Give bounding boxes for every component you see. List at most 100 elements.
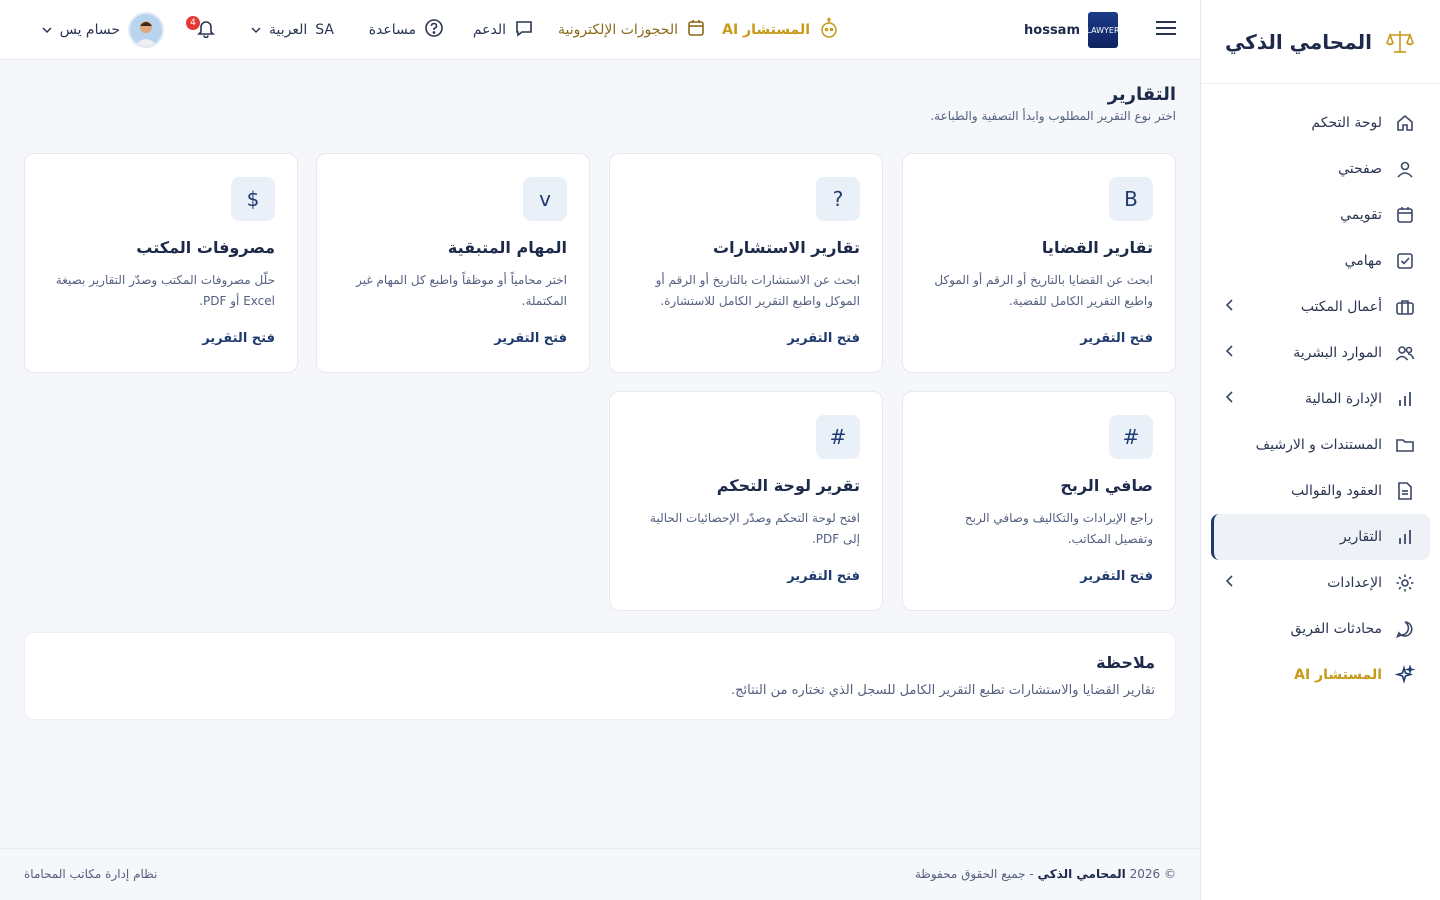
report-card-title: المهام المتبقية [447, 238, 567, 257]
sidebar-item-label: المستشار AI [1294, 667, 1382, 683]
sidebar-item-contracts[interactable]: العقود والقوالب [1211, 468, 1430, 514]
support-link[interactable]: الدعم [473, 0, 534, 60]
checkbox-icon [1394, 250, 1416, 272]
report-card-icon: v [523, 177, 567, 221]
sparkle-icon [1394, 664, 1416, 686]
report-card-icon: ? [816, 177, 860, 221]
help-label: مساعدة [368, 22, 416, 38]
gear-icon [1394, 572, 1416, 594]
scales-icon [1384, 26, 1416, 58]
report-card-remaining-tasks[interactable]: v المهام المتبقية اختر محامياً أو موظفاً… [316, 153, 590, 373]
note-title: ملاحظة [1096, 653, 1155, 672]
report-card-office-expenses[interactable]: $ مصروفات المكتب حلّل مصروفات المكتب وصد… [24, 153, 298, 373]
e-bookings-label: الحجوزات الإلكترونية [558, 22, 678, 38]
report-card-description: راجع الإيرادات والتكاليف وصافي الربح وتف… [964, 511, 1153, 546]
footer-rights: - جميع الحقوق محفوظة [914, 867, 1034, 881]
sidebar-item-hr[interactable]: الموارد البشرية [1211, 330, 1430, 376]
open-report-link[interactable]: فتح التقرير [494, 331, 567, 346]
sidebar-item-label: التقارير [1339, 529, 1382, 545]
user-icon [1394, 158, 1416, 180]
footer-copyright: © 2026 المحامي الذكي - جميع الحقوق محفوظ… [915, 867, 1176, 881]
sidebar-item-label: الموارد البشرية [1293, 345, 1382, 361]
notification-count-badge: 4 [186, 16, 200, 30]
sidebar-item-label: الإعدادات [1327, 575, 1382, 591]
report-card-title: تقارير القضايا [1041, 238, 1153, 257]
report-card-title: صافي الربح [1060, 476, 1153, 495]
open-report-link[interactable]: فتح التقرير [787, 331, 860, 346]
sidebar-item-team-chat[interactable]: محادثات الفريق [1211, 606, 1430, 652]
sidebar-item-office-work[interactable]: أعمال المكتب [1211, 284, 1430, 330]
open-report-link[interactable]: فتح التقرير [787, 569, 860, 584]
user-menu[interactable]: حسام يس [42, 0, 164, 60]
report-card-net-profit[interactable]: # صافي الربح راجع الإيرادات والتكاليف وص… [902, 391, 1176, 611]
report-card-icon: $ [231, 177, 275, 221]
sidebar-nav: لوحة التحكم صفحتي تقويمي مهامي أعمال الم… [1201, 84, 1440, 698]
chevron-left-icon [1225, 391, 1235, 407]
open-report-link[interactable]: فتح التقرير [1080, 331, 1153, 346]
help-link[interactable]: مساعدة [369, 0, 444, 60]
sidebar-item-label: صفحتي [1338, 161, 1382, 177]
bar-chart-icon [1394, 388, 1416, 410]
language-label: العربية [269, 22, 308, 38]
page-title: التقارير [1107, 84, 1176, 105]
menu-toggle[interactable] [1156, 0, 1176, 60]
office-account[interactable]: LAWYER hossam [1024, 0, 1120, 60]
sidebar-item-tasks[interactable]: مهامي [1211, 238, 1430, 284]
footer: © 2026 المحامي الذكي - جميع الحقوق محفوظ… [0, 848, 1200, 900]
sidebar-item-finance[interactable]: الإدارة المالية [1211, 376, 1430, 422]
report-card-title: تقرير لوحة التحكم [716, 476, 860, 495]
office-logo: LAWYER [1086, 12, 1120, 48]
report-card-icon: # [816, 415, 860, 459]
brand[interactable]: المحامي الذكي [1201, 0, 1440, 84]
sidebar-item-settings[interactable]: الإعدادات [1211, 560, 1430, 606]
sidebar-item-label: العقود والقوالب [1290, 483, 1382, 499]
calendar-icon [686, 18, 706, 42]
sidebar-item-label: لوحة التحكم [1311, 115, 1382, 131]
home-icon [1394, 112, 1416, 134]
avatar [128, 12, 164, 48]
sidebar-item-label: محادثات الفريق [1290, 621, 1382, 637]
language-code: SA [315, 22, 334, 38]
sidebar-item-ai-advisor[interactable]: المستشار AI [1211, 652, 1430, 698]
document-icon [1394, 480, 1416, 502]
sidebar-item-dashboard[interactable]: لوحة التحكم [1211, 100, 1430, 146]
folder-icon [1394, 434, 1416, 456]
help-circle-icon [424, 18, 444, 42]
sidebar-item-label: أعمال المكتب [1300, 299, 1382, 315]
report-card-title: تقارير الاستشارات [713, 238, 860, 257]
open-report-link[interactable]: فتح التقرير [202, 331, 275, 346]
report-card-icon: # [1109, 415, 1153, 459]
report-card-title: مصروفات المكتب [136, 238, 275, 257]
support-label: الدعم [472, 22, 506, 38]
ai-advisor-link[interactable]: المستشار AI [722, 0, 840, 60]
report-card-description: افتح لوحة التحكم وصدّر الإحصائيات الحالي… [650, 511, 860, 546]
main-content: التقارير اختر نوع التقرير المطلوب وابدأ … [0, 60, 1200, 848]
briefcase-icon [1394, 296, 1416, 318]
report-card-cases[interactable]: B تقارير القضايا ابحث عن القضايا بالتاري… [902, 153, 1176, 373]
sidebar-item-my-page[interactable]: صفحتي [1211, 146, 1430, 192]
chevron-down-icon [251, 22, 261, 38]
sidebar-item-documents[interactable]: المستندات و الارشيف [1211, 422, 1430, 468]
users-icon [1394, 342, 1416, 364]
chat-icon [514, 18, 534, 42]
page-subtitle: اختر نوع التقرير المطلوب وابدأ التصفية و… [930, 109, 1176, 123]
sidebar: المحامي الذكي لوحة التحكم صفحتي تقويمي م… [1200, 0, 1440, 900]
bar-chart-icon [1394, 526, 1416, 548]
report-card-consultations[interactable]: ? تقارير الاستشارات ابحث عن الاستشارات ب… [609, 153, 883, 373]
language-selector[interactable]: SA العربية [251, 0, 334, 60]
report-card-dashboard[interactable]: # تقرير لوحة التحكم افتح لوحة التحكم وصد… [609, 391, 883, 611]
copyright-year: © 2026 [1129, 867, 1176, 881]
notifications-button[interactable] [196, 0, 216, 60]
open-report-link[interactable]: فتح التقرير [1080, 569, 1153, 584]
note-panel: ملاحظة تقارير القضايا والاستشارات تطبع ا… [24, 632, 1176, 720]
topbar: LAWYER hossam المستشار AI الحجوزات الإلك… [0, 0, 1200, 60]
chevron-left-icon [1225, 345, 1235, 361]
sidebar-item-reports[interactable]: التقارير [1211, 514, 1430, 560]
sidebar-item-label: تقويمي [1340, 207, 1382, 223]
brand-name: المحامي الذكي [1224, 29, 1372, 54]
sidebar-item-calendar[interactable]: تقويمي [1211, 192, 1430, 238]
chevron-left-icon [1225, 299, 1235, 315]
sidebar-item-label: المستندات و الارشيف [1255, 437, 1382, 453]
note-text: تقارير القضايا والاستشارات تطبع التقرير … [730, 683, 1155, 698]
e-bookings-link[interactable]: الحجوزات الإلكترونية [558, 0, 706, 60]
